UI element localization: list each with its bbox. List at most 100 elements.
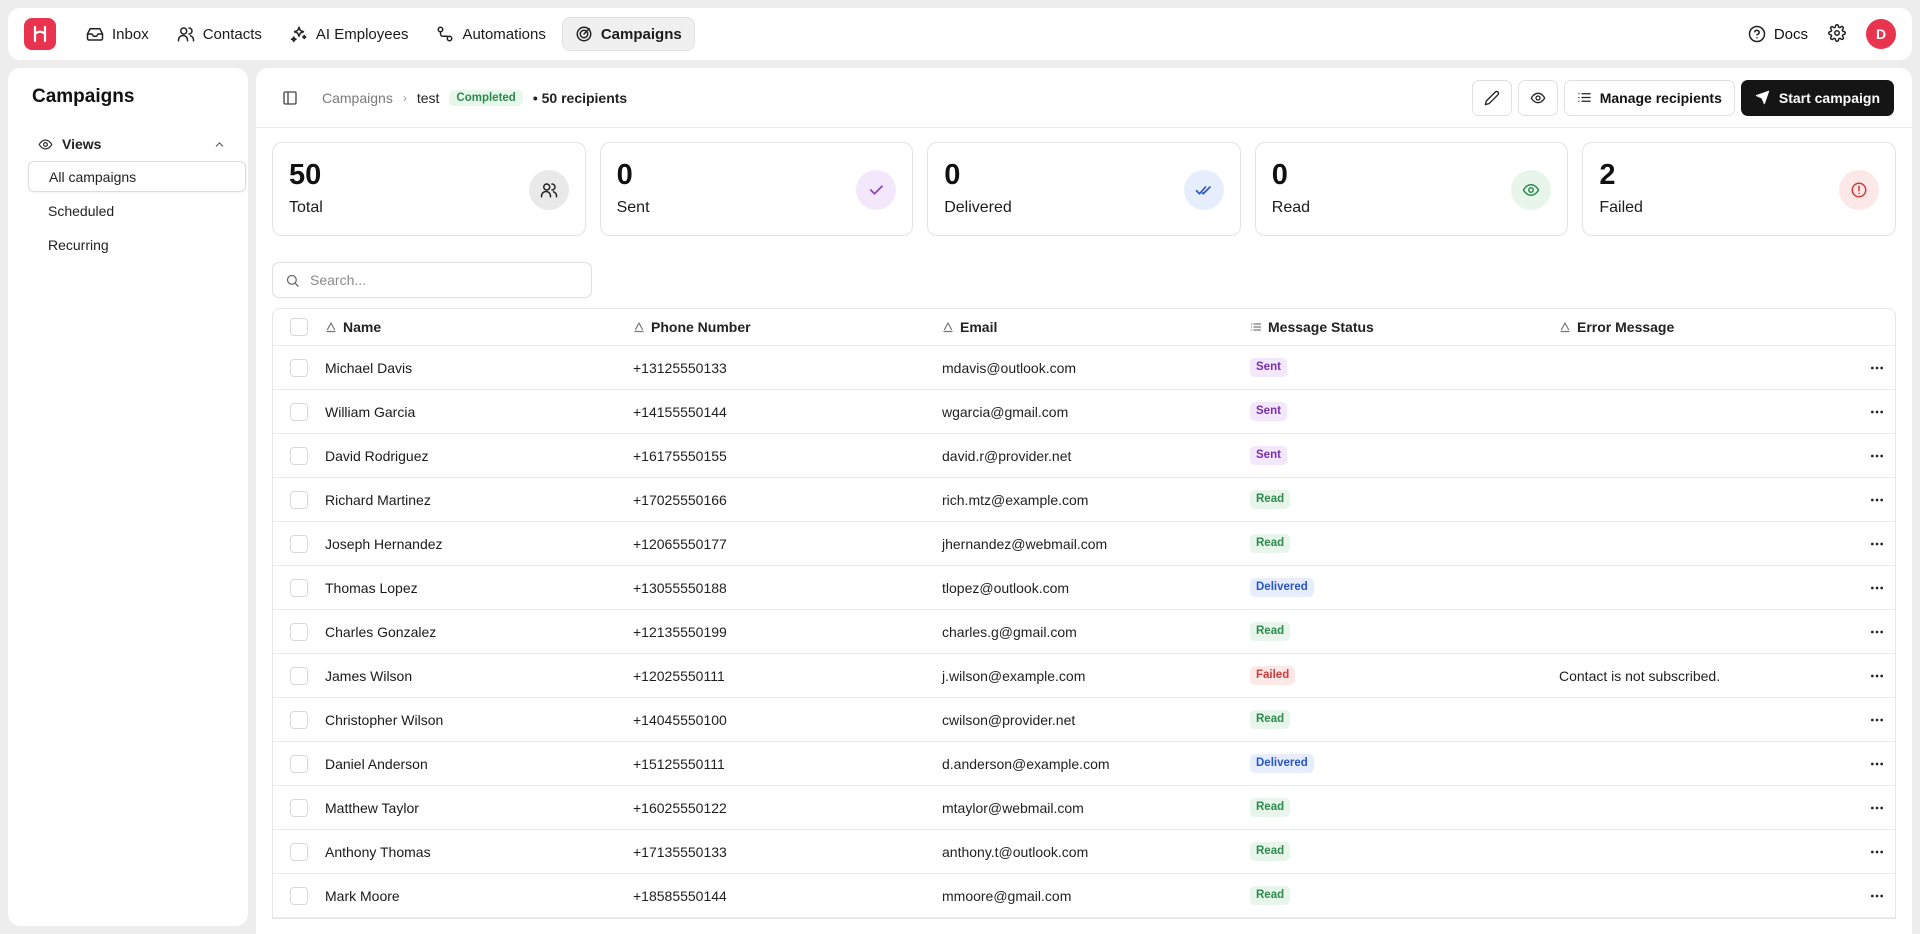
row-checkbox[interactable] bbox=[290, 490, 308, 509]
table-row[interactable]: Richard Martinez +17025550166 rich.mtz@exa… bbox=[273, 478, 1895, 522]
row-menu-button[interactable] bbox=[1859, 492, 1895, 508]
table-row[interactable]: Anthony Thomas +17135550133 anthony.t@outl… bbox=[273, 830, 1895, 874]
more-horizontal-icon bbox=[1871, 630, 1883, 633]
sidebar: Campaigns Views All campaigns Scheduled … bbox=[8, 68, 248, 926]
row-menu-button[interactable] bbox=[1859, 404, 1895, 420]
row-checkbox[interactable] bbox=[290, 842, 308, 861]
status-badge: Sent bbox=[1250, 401, 1287, 422]
cell-name: Michael Davis bbox=[325, 359, 413, 376]
column-header-error[interactable]: Error Message bbox=[1559, 319, 1859, 335]
cell-phone: +14045550100 bbox=[633, 711, 727, 728]
row-checkbox[interactable] bbox=[290, 886, 308, 905]
row-checkbox[interactable] bbox=[290, 754, 308, 773]
nav-item-ai-employees[interactable]: AI Employees bbox=[278, 17, 421, 51]
text-type-icon bbox=[1560, 322, 1570, 333]
preview-button[interactable] bbox=[1517, 79, 1558, 116]
start-campaign-button[interactable]: Start campaign bbox=[1740, 79, 1894, 116]
row-menu-button[interactable] bbox=[1859, 888, 1895, 904]
table-row[interactable]: William Garcia +14155550144 wgarcia@gmail.… bbox=[273, 390, 1895, 434]
breadcrumb-campaigns[interactable]: Campaigns bbox=[322, 90, 393, 106]
sidebar-item-recurring[interactable]: Recurring bbox=[28, 229, 246, 260]
nav-item-contacts[interactable]: Contacts bbox=[165, 17, 274, 51]
table-row[interactable]: Michael Davis +13125550133 mdavis@outlook.… bbox=[273, 346, 1895, 390]
views-toggle[interactable]: Views bbox=[18, 130, 238, 158]
sparkles-icon bbox=[290, 26, 307, 43]
cell-phone: +12025550111 bbox=[633, 667, 725, 684]
column-header-phone[interactable]: Phone Number bbox=[633, 319, 942, 335]
cell-email: j.wilson@example.com bbox=[942, 667, 1086, 684]
edit-button[interactable] bbox=[1471, 79, 1512, 116]
status-badge: Read bbox=[1250, 885, 1291, 906]
row-checkbox[interactable] bbox=[290, 578, 308, 597]
stat-value: 50 bbox=[289, 159, 322, 191]
user-avatar[interactable]: D bbox=[1866, 19, 1896, 49]
cell-status: Read bbox=[1250, 621, 1559, 642]
row-checkbox[interactable] bbox=[290, 710, 308, 729]
row-checkbox[interactable] bbox=[290, 446, 308, 465]
stat-label: Failed bbox=[1599, 199, 1643, 216]
row-menu-button[interactable] bbox=[1859, 536, 1895, 552]
recipients-table: Name Phone Number Email Message Status E… bbox=[272, 308, 1896, 919]
stats-row: 50 Total 0 Sent 0 Delivered 0 Read 2 Fai… bbox=[256, 128, 1912, 236]
cell-email: mtaylor@webmail.com bbox=[942, 799, 1084, 816]
text-type-icon bbox=[634, 322, 644, 333]
cell-status: Sent bbox=[1250, 445, 1559, 466]
column-header-name[interactable]: Name bbox=[325, 319, 633, 335]
column-header-email[interactable]: Email bbox=[942, 319, 1250, 335]
row-menu-button[interactable] bbox=[1859, 756, 1895, 772]
column-header-label: Message Status bbox=[1268, 319, 1374, 335]
search-input[interactable] bbox=[310, 272, 570, 288]
sidebar-item-all-campaigns[interactable]: All campaigns bbox=[28, 161, 246, 192]
nav-item-campaigns[interactable]: Campaigns bbox=[561, 17, 695, 51]
column-header-label: Phone Number bbox=[651, 319, 751, 335]
pencil-icon bbox=[1484, 90, 1499, 105]
row-select-cell bbox=[273, 842, 325, 861]
row-menu-button[interactable] bbox=[1859, 712, 1895, 728]
sidebar-toggle-icon[interactable] bbox=[282, 90, 298, 106]
column-header-status[interactable]: Message Status bbox=[1250, 319, 1559, 335]
cell-status: Read bbox=[1250, 885, 1559, 906]
row-select-cell bbox=[273, 534, 325, 553]
nav-item-inbox[interactable]: Inbox bbox=[74, 17, 161, 51]
table-row[interactable]: Christopher Wilson +14045550100 cwilson@pr… bbox=[273, 698, 1895, 742]
table-row[interactable]: Thomas Lopez +13055550188 tlopez@outlook.c… bbox=[273, 566, 1895, 610]
row-select-cell bbox=[273, 798, 325, 817]
row-menu-button[interactable] bbox=[1859, 800, 1895, 816]
cell-email: jhernandez@webmail.com bbox=[942, 535, 1108, 552]
row-menu-button[interactable] bbox=[1859, 580, 1895, 596]
table-row[interactable]: Charles Gonzalez +12135550199 charles.g@gm… bbox=[273, 610, 1895, 654]
row-menu-button[interactable] bbox=[1859, 360, 1895, 376]
more-horizontal-icon bbox=[1871, 410, 1883, 413]
row-checkbox[interactable] bbox=[290, 402, 308, 421]
cell-status: Sent bbox=[1250, 357, 1559, 378]
select-all-checkbox[interactable] bbox=[290, 318, 308, 336]
table-row[interactable]: David Rodriguez +16175550155 david.r@provi… bbox=[273, 434, 1895, 478]
row-menu-button[interactable] bbox=[1859, 624, 1895, 640]
alert-circle-icon bbox=[1838, 170, 1879, 210]
cell-status: Delivered bbox=[1250, 577, 1559, 598]
table-row[interactable]: James Wilson +12025550111 j.wilson@example… bbox=[273, 654, 1895, 698]
row-menu-button[interactable] bbox=[1859, 448, 1895, 464]
manage-recipients-button[interactable]: Manage recipients bbox=[1563, 79, 1735, 116]
row-checkbox[interactable] bbox=[290, 358, 308, 377]
sidebar-item-scheduled[interactable]: Scheduled bbox=[28, 195, 246, 226]
nav-label: Inbox bbox=[112, 25, 149, 43]
row-menu-button[interactable] bbox=[1859, 668, 1895, 684]
table-row[interactable]: Daniel Anderson +15125550111 d.anderson@ex… bbox=[273, 742, 1895, 786]
cell-email: anthony.t@outlook.com bbox=[942, 843, 1089, 860]
campaign-header: Campaigns › test Completed • 50 recipien… bbox=[256, 68, 1912, 128]
row-checkbox[interactable] bbox=[290, 798, 308, 817]
table-row[interactable]: Joseph Hernandez +12065550177 jhernandez@w… bbox=[273, 522, 1895, 566]
table-row[interactable]: Matthew Taylor +16025550122 mtaylor@webmai… bbox=[273, 786, 1895, 830]
row-checkbox[interactable] bbox=[290, 534, 308, 553]
gear-icon bbox=[1828, 23, 1846, 42]
row-menu-button[interactable] bbox=[1859, 844, 1895, 860]
app-logo[interactable] bbox=[24, 18, 56, 50]
row-checkbox[interactable] bbox=[290, 666, 308, 685]
row-checkbox[interactable] bbox=[290, 622, 308, 641]
table-row[interactable]: Mark Moore +18585550144 mmoore@gmail.com Re… bbox=[273, 874, 1895, 918]
settings-button[interactable] bbox=[1828, 23, 1846, 45]
nav-item-automations[interactable]: Automations bbox=[424, 17, 557, 51]
docs-link[interactable]: Docs bbox=[1748, 25, 1808, 43]
manage-recipients-label: Manage recipients bbox=[1599, 89, 1722, 106]
